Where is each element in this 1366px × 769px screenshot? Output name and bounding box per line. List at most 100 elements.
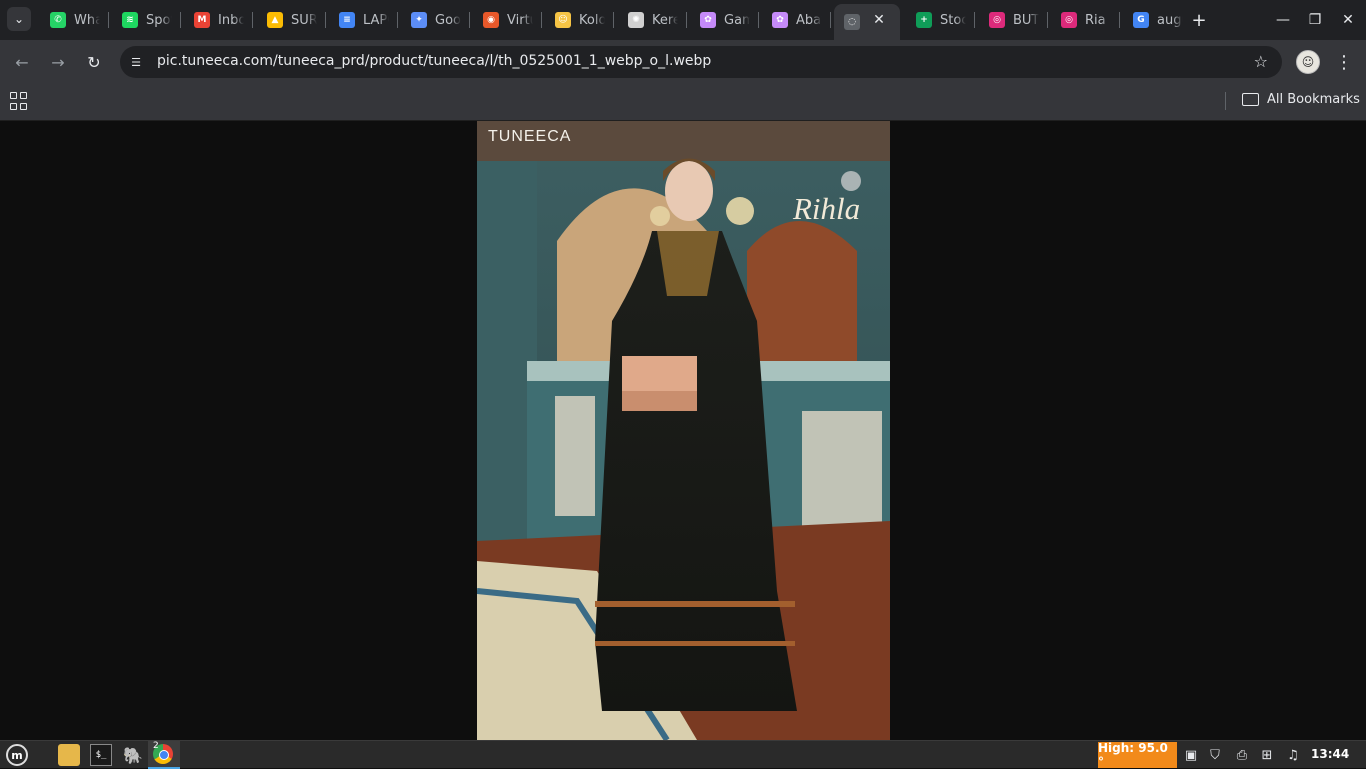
taskbar: m $_ 🐘 2 High: 95.0 ° ▣ ⛉ ⎙ ⊞ ♫ 13:44	[0, 740, 1366, 769]
tab-separator	[180, 12, 181, 28]
printer-icon[interactable]: ⎙	[1233, 745, 1251, 765]
new-tab-button[interactable]: +	[1188, 9, 1210, 31]
mint-menu-icon[interactable]: m	[6, 744, 28, 766]
collection-name: Rihla	[793, 191, 861, 226]
forward-button[interactable]: →	[46, 50, 70, 74]
tab-separator	[252, 12, 253, 28]
gemini-icon: ✦	[411, 12, 427, 28]
tab-title: Stock	[940, 12, 966, 28]
terminal-icon[interactable]: $_	[90, 744, 112, 766]
apps-grid-icon[interactable]	[10, 92, 28, 110]
tab-title: Virtual	[507, 12, 533, 28]
sound-icon[interactable]: ♫	[1284, 745, 1302, 765]
tab-12[interactable]: + Stock	[906, 4, 968, 36]
network-icon[interactable]: ⊞	[1258, 745, 1276, 765]
tab-11[interactable]: ◌	[834, 4, 900, 40]
tab-7[interactable]: ☺ Kolom	[545, 4, 607, 36]
address-bar[interactable]: ☰ pic.tuneeca.com/tuneeca_prd/product/tu…	[120, 46, 1282, 78]
chrome-window-count: 2	[153, 741, 159, 751]
profile-avatar[interactable]: ☺	[1296, 50, 1320, 74]
file-manager-icon[interactable]	[58, 744, 80, 766]
tab-1[interactable]: ≋ Spotify	[112, 4, 174, 36]
tab-search-button[interactable]: ⌄	[7, 7, 31, 31]
sheets-icon: +	[916, 12, 932, 28]
tab-title: Kolom	[579, 12, 605, 28]
drive-icon: ▲	[267, 12, 283, 28]
docs-icon: ≡	[339, 12, 355, 28]
close-tab-icon[interactable]: ✕	[870, 11, 888, 29]
tab-title: LAPORAN	[363, 12, 389, 28]
tab-0[interactable]: ✆ WhatsApp	[40, 4, 102, 36]
gmail-icon: M	[194, 12, 210, 28]
spotify-icon: ≋	[122, 12, 138, 28]
tab-title: Google	[435, 12, 461, 28]
flower-icon: ✿	[772, 12, 788, 28]
chrome-taskbar-button[interactable]: 2	[148, 741, 180, 769]
bookmark-star-icon[interactable]: ☆	[1254, 52, 1268, 71]
all-bookmarks-label: All Bookmarks	[1267, 92, 1360, 107]
clock[interactable]: 13:44	[1311, 747, 1349, 761]
tab-separator	[1119, 12, 1120, 28]
tab-title: Abaya	[796, 12, 822, 28]
tab-9[interactable]: ✿ Gamis	[690, 4, 752, 36]
tab-separator	[108, 12, 109, 28]
tab-separator	[397, 12, 398, 28]
tab-title: BUTIK	[1013, 12, 1039, 28]
tab-separator	[974, 12, 975, 28]
tab-strip: ⌄ ✆ WhatsApp ≋ Spotify M Inbox ▲ SURAT ≡ LAPORAN ✦…	[0, 0, 1366, 40]
tab-separator	[830, 12, 831, 28]
google-icon: G	[1133, 12, 1149, 28]
tab-separator	[469, 12, 470, 28]
tab-5[interactable]: ✦ Google	[401, 4, 463, 36]
minimize-button[interactable]: —	[1271, 8, 1295, 32]
tab-separator	[325, 12, 326, 28]
instagram-icon: ◎	[1061, 12, 1077, 28]
back-button[interactable]: ←	[10, 50, 34, 74]
tab-separator	[541, 12, 542, 28]
reload-button[interactable]: ↻	[82, 50, 106, 74]
whatsapp-icon: ✆	[50, 12, 66, 28]
tab-4[interactable]: ≡ LAPORAN	[329, 4, 391, 36]
tab-title: SURAT	[291, 12, 317, 28]
bookmarks-divider	[1225, 92, 1226, 110]
tab-3[interactable]: ▲ SURAT	[257, 4, 319, 36]
globe-icon: ◌	[844, 14, 860, 30]
virtual-icon: ◉	[483, 12, 499, 28]
browser-toolbar: ← → ↻ ☰ pic.tuneeca.com/tuneeca_prd/prod…	[0, 40, 1366, 84]
tab-separator	[686, 12, 687, 28]
close-window-button[interactable]: ✕	[1336, 8, 1360, 32]
database-elephant-icon[interactable]: 🐘	[122, 744, 144, 766]
tab-title: Kerenn	[652, 12, 678, 28]
tab-title: august	[1157, 12, 1183, 28]
all-bookmarks-button[interactable]: All Bookmarks	[1242, 92, 1360, 107]
product-photo[interactable]: TUNEECA Rihla	[477, 121, 890, 740]
tab-title: Ria R	[1085, 12, 1111, 28]
brand-logo: TUNEECA	[488, 128, 572, 145]
emoji-icon: ☺	[555, 12, 571, 28]
tab-8[interactable]: ✺ Kerenn	[618, 4, 680, 36]
tab-15[interactable]: Gaugust	[1123, 4, 1185, 36]
tab-10[interactable]: ✿ Abaya	[762, 4, 824, 36]
tab-6[interactable]: ◉ Virtual	[473, 4, 535, 36]
tab-13[interactable]: ◎ BUTIK	[979, 4, 1041, 36]
tab-14[interactable]: ◎ Ria R	[1051, 4, 1113, 36]
shield-icon[interactable]: ⛉	[1206, 745, 1224, 765]
tab-title: Spotify	[146, 12, 172, 28]
tab-separator	[1047, 12, 1048, 28]
tab-separator	[758, 12, 759, 28]
menu-kebab-icon[interactable]: ⋮	[1334, 50, 1354, 74]
url-text[interactable]: pic.tuneeca.com/tuneeca_prd/product/tune…	[157, 53, 711, 69]
restore-button[interactable]: ❐	[1303, 8, 1327, 32]
image-viewer: TUNEECA Rihla	[0, 121, 1366, 740]
tab-title: WhatsApp	[74, 12, 100, 28]
tab-2[interactable]: M Inbox	[184, 4, 246, 36]
clipboard-icon[interactable]: ▣	[1182, 745, 1200, 765]
tab-title: Gamis	[724, 12, 750, 28]
openai-icon: ✺	[628, 12, 644, 28]
site-info-icon[interactable]: ☰	[128, 54, 144, 70]
bookmarks-bar: All Bookmarks	[0, 84, 1366, 121]
tab-title: Inbox	[218, 12, 244, 28]
instagram-icon: ◎	[989, 12, 1005, 28]
flower-icon: ✿	[700, 12, 716, 28]
temperature-badge[interactable]: High: 95.0 °	[1098, 741, 1177, 769]
